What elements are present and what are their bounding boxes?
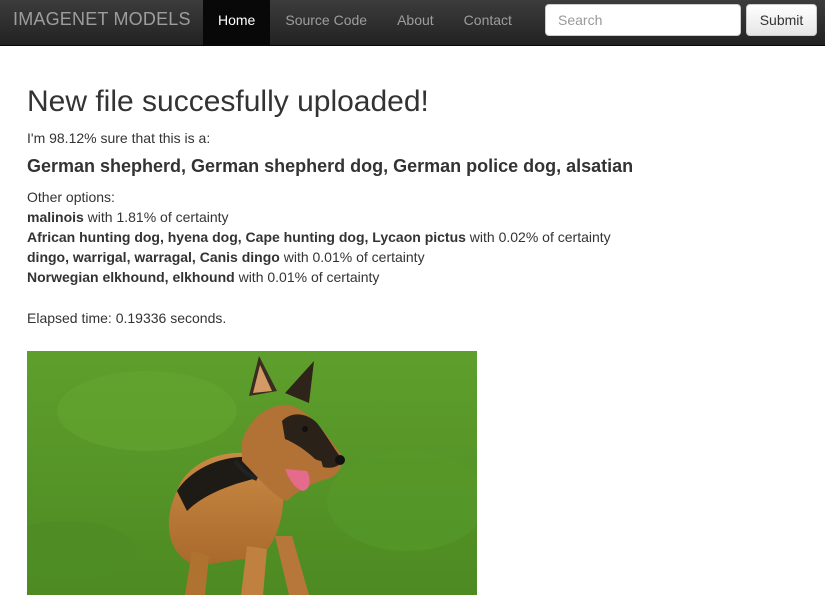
- other-options-heading: Other options:: [27, 189, 115, 205]
- option-certainty: with 0.01% of certainty: [234, 269, 380, 285]
- nav-link-home[interactable]: Home: [203, 0, 271, 45]
- option-name: African hunting dog, hyena dog, Cape hun…: [27, 229, 466, 245]
- search-input[interactable]: [545, 4, 741, 36]
- option-certainty: with 0.02% of certainty: [465, 229, 611, 245]
- option-certainty: with 0.01% of certainty: [279, 249, 425, 265]
- elapsed-time: Elapsed time: 0.19336 seconds.: [27, 310, 227, 326]
- brand-link[interactable]: IMAGENET MODELS: [13, 9, 191, 30]
- option-item: malinois with 1.81% of certainty: [27, 207, 807, 227]
- option-name: dingo, warrigal, warragal, Canis dingo: [27, 249, 280, 265]
- german-shepherd-photo: [27, 351, 477, 595]
- nav-link-source-code[interactable]: Source Code: [270, 0, 382, 45]
- nav-menu: Home Source Code About Contact: [203, 0, 527, 45]
- option-item: dingo, warrigal, warragal, Canis dingo w…: [27, 247, 807, 267]
- top-prediction: German shepherd, German shepherd dog, Ge…: [27, 156, 634, 176]
- result-section: New file succesfully uploaded! I'm 98.12…: [27, 84, 807, 328]
- nav-link-contact[interactable]: Contact: [449, 0, 527, 45]
- submit-button[interactable]: Submit: [746, 4, 817, 36]
- option-name: Norwegian elkhound, elkhound: [27, 269, 235, 285]
- option-certainty: with 1.81% of certainty: [83, 209, 229, 225]
- page-title: New file succesfully uploaded!: [27, 85, 429, 118]
- uploaded-image: [27, 351, 477, 595]
- nav-link-about[interactable]: About: [382, 0, 449, 45]
- option-name: malinois: [27, 209, 84, 225]
- navbar: IMAGENET MODELS Home Source Code About C…: [0, 0, 825, 46]
- other-options: Other options: malinois with 1.81% of ce…: [27, 187, 807, 287]
- confidence-text: I'm 98.12% sure that this is a:: [27, 130, 211, 146]
- option-item: Norwegian elkhound, elkhound with 0.01% …: [27, 267, 807, 287]
- option-item: African hunting dog, hyena dog, Cape hun…: [27, 227, 807, 247]
